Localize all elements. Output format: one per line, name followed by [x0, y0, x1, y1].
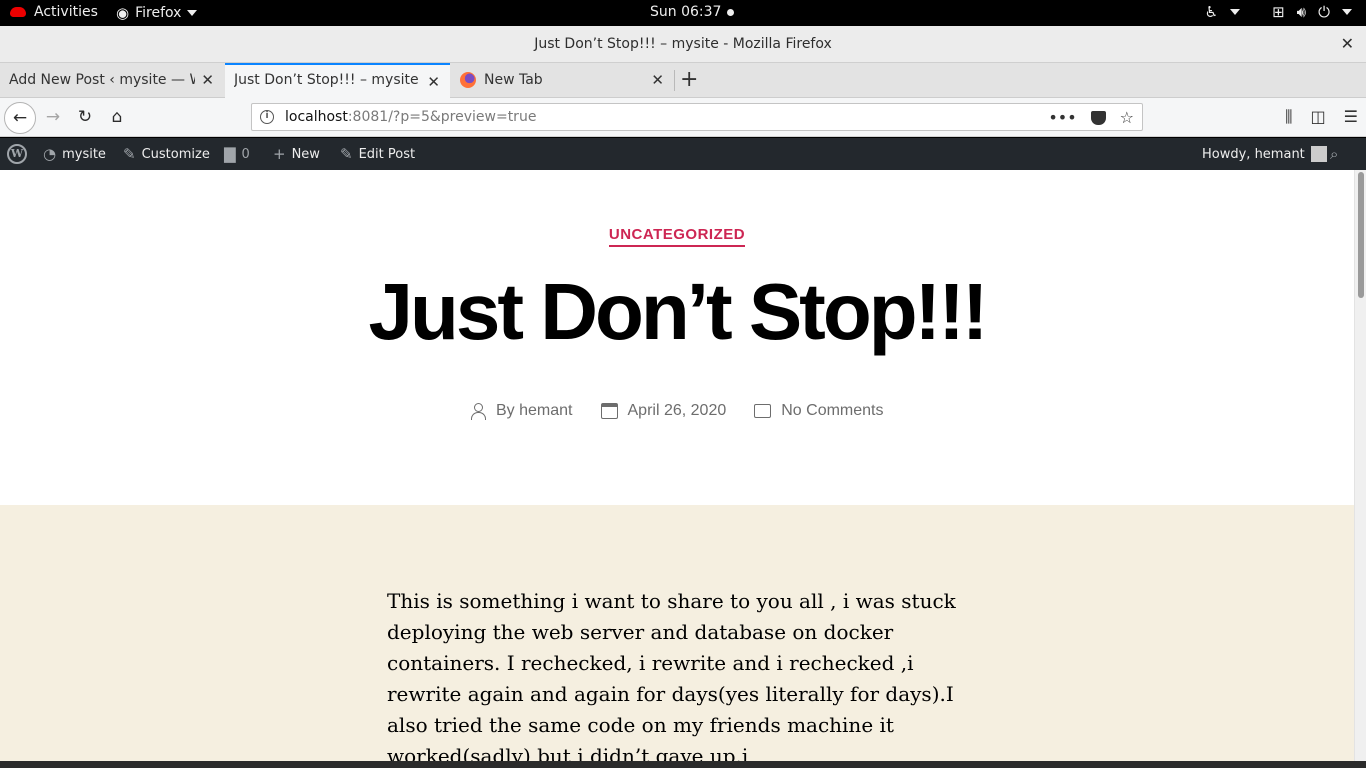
post-content: This is something i want to share to you…: [0, 505, 1354, 761]
window-close-icon[interactable]: ✕: [1341, 34, 1354, 53]
avatar: [1310, 146, 1327, 162]
post-comments: No Comments: [754, 402, 883, 420]
notification-dot-icon: [727, 8, 735, 16]
wordpress-logo-icon: W: [7, 144, 27, 164]
page-scrollbar[interactable]: [1354, 170, 1366, 761]
back-arrow-icon[interactable]: ←: [4, 102, 36, 134]
comment-bubble-icon: ▇: [224, 145, 236, 163]
volume-icon[interactable]: 🔊︎: [1297, 3, 1306, 21]
system-status-area[interactable]: ♿ ⊞ 🔊︎ ⏻: [1205, 3, 1352, 21]
gnome-top-bar: Activities ◉ Firefox Sun 06:37 ♿ ⊞ 🔊︎ ⏻: [0, 0, 1366, 26]
home-icon[interactable]: ⌂: [103, 104, 131, 132]
reload-icon[interactable]: ↻: [71, 104, 99, 132]
url-host: localhost: [285, 109, 348, 125]
forward-arrow-icon[interactable]: →: [39, 104, 67, 132]
clock[interactable]: Sun 06:37: [650, 4, 735, 20]
url-text[interactable]: localhost:8081/?p=5&preview=true: [285, 109, 536, 125]
new-tab-plus-icon[interactable]: +: [680, 67, 698, 92]
plus-icon: +: [273, 145, 286, 163]
scrollbar-thumb[interactable]: [1358, 172, 1364, 298]
wp-logo-button[interactable]: W: [7, 138, 27, 170]
new-label: New: [291, 146, 320, 162]
comment-icon: [754, 404, 772, 418]
post-date: April 26, 2020: [600, 402, 727, 420]
customize-label: Customize: [141, 146, 210, 162]
post-category: UNCATEGORIZED: [0, 224, 1354, 247]
tab-label: New Tab: [484, 72, 543, 88]
comments-count: 0: [241, 146, 250, 162]
calendar-icon: [600, 403, 618, 419]
post-body-paragraph: This is something i want to share to you…: [387, 589, 956, 761]
power-icon[interactable]: ⏻: [1318, 3, 1330, 21]
tab-separator: [674, 70, 675, 91]
paintbrush-icon: ✎: [123, 145, 136, 163]
wp-new[interactable]: + New: [273, 138, 320, 170]
wp-admin-bar: W ◔ mysite ✎ Customize ▇ 0 + New ✎ Edit …: [0, 138, 1366, 170]
sidebar-icon[interactable]: ◫: [1311, 107, 1326, 127]
page-actions-icon[interactable]: •••: [1048, 108, 1076, 127]
wp-comments[interactable]: ▇ 0: [224, 138, 250, 170]
activities-button[interactable]: Activities: [10, 4, 98, 20]
library-icon[interactable]: ⫼: [1285, 107, 1292, 127]
tab-label: Add New Post ‹ mysite — WordPress: [9, 72, 195, 88]
author-link[interactable]: hemant: [519, 402, 572, 419]
comments-link[interactable]: No Comments: [781, 402, 883, 420]
window-title: Just Don’t Stop!!! – mysite - Mozilla Fi…: [534, 36, 832, 52]
post-author: By hemant: [470, 402, 573, 420]
page-viewport: UNCATEGORIZED Just Don’t Stop!!! By hema…: [0, 170, 1354, 761]
post-meta: By hemant April 26, 2020 No Comments: [470, 402, 911, 420]
tab-bar: Add New Post ‹ mysite — WordPress ✕ Just…: [0, 63, 1366, 98]
wp-edit-post[interactable]: ✎ Edit Post: [340, 138, 415, 170]
person-icon: [470, 403, 486, 420]
url-bar[interactable]: i localhost:8081/?p=5&preview=true ••• ☆: [251, 103, 1143, 131]
tab-new-tab[interactable]: New Tab ✕: [451, 63, 674, 98]
site-info-icon[interactable]: i: [260, 110, 274, 124]
search-icon: ⌕: [1330, 145, 1339, 163]
redhat-logo-icon: [10, 7, 26, 17]
howdy-label: Howdy, hemant: [1202, 146, 1305, 162]
url-path: :8081/?p=5&preview=true: [347, 109, 537, 125]
site-name-label: mysite: [62, 146, 106, 162]
chevron-down-icon: [1230, 9, 1241, 15]
close-tab-icon[interactable]: ✕: [427, 73, 440, 91]
close-tab-icon[interactable]: ✕: [651, 71, 664, 89]
firefox-app-icon: ◉: [116, 4, 130, 22]
chevron-down-icon: [187, 10, 198, 16]
category-link[interactable]: UNCATEGORIZED: [608, 226, 746, 247]
edit-post-label: Edit Post: [358, 146, 416, 162]
accessibility-icon[interactable]: ♿: [1205, 3, 1218, 21]
pencil-icon: ✎: [340, 145, 353, 163]
bottom-edge: [0, 761, 1366, 768]
clock-label: Sun 06:37: [650, 4, 722, 20]
chevron-down-icon: [1342, 9, 1352, 15]
network-icon[interactable]: ⊞: [1272, 3, 1285, 21]
post-title: Just Don’t Stop!!!: [368, 267, 989, 356]
bookmark-star-icon[interactable]: ☆: [1120, 108, 1134, 127]
activities-label: Activities: [34, 4, 98, 20]
app-menu-label: Firefox: [135, 5, 182, 21]
date-link[interactable]: April 26, 2020: [628, 402, 727, 420]
window-titlebar: Just Don’t Stop!!! – mysite - Mozilla Fi…: [0, 26, 1366, 63]
wp-site-name[interactable]: ◔ mysite: [43, 138, 106, 170]
app-menu[interactable]: ◉ Firefox: [116, 4, 198, 22]
hamburger-menu-icon[interactable]: ☰: [1344, 107, 1358, 127]
close-tab-icon[interactable]: ✕: [201, 71, 214, 89]
tab-just-dont-stop[interactable]: Just Don’t Stop!!! – mysite ✕: [225, 63, 450, 98]
firefox-icon: [460, 72, 476, 88]
tab-label: Just Don’t Stop!!! – mysite: [234, 72, 419, 88]
wp-customize[interactable]: ✎ Customize: [123, 138, 210, 170]
dashboard-gauge-icon: ◔: [43, 145, 57, 163]
pocket-icon[interactable]: [1090, 111, 1106, 125]
navigation-toolbar: ← → ↻ ⌂ i localhost:8081/?p=5&preview=tr…: [0, 98, 1366, 137]
author-prefix: By: [496, 402, 515, 419]
tab-add-new-post[interactable]: Add New Post ‹ mysite — WordPress ✕: [0, 63, 224, 98]
wp-search[interactable]: ⌕: [1330, 138, 1338, 170]
wp-my-account[interactable]: Howdy, hemant: [1202, 138, 1327, 170]
